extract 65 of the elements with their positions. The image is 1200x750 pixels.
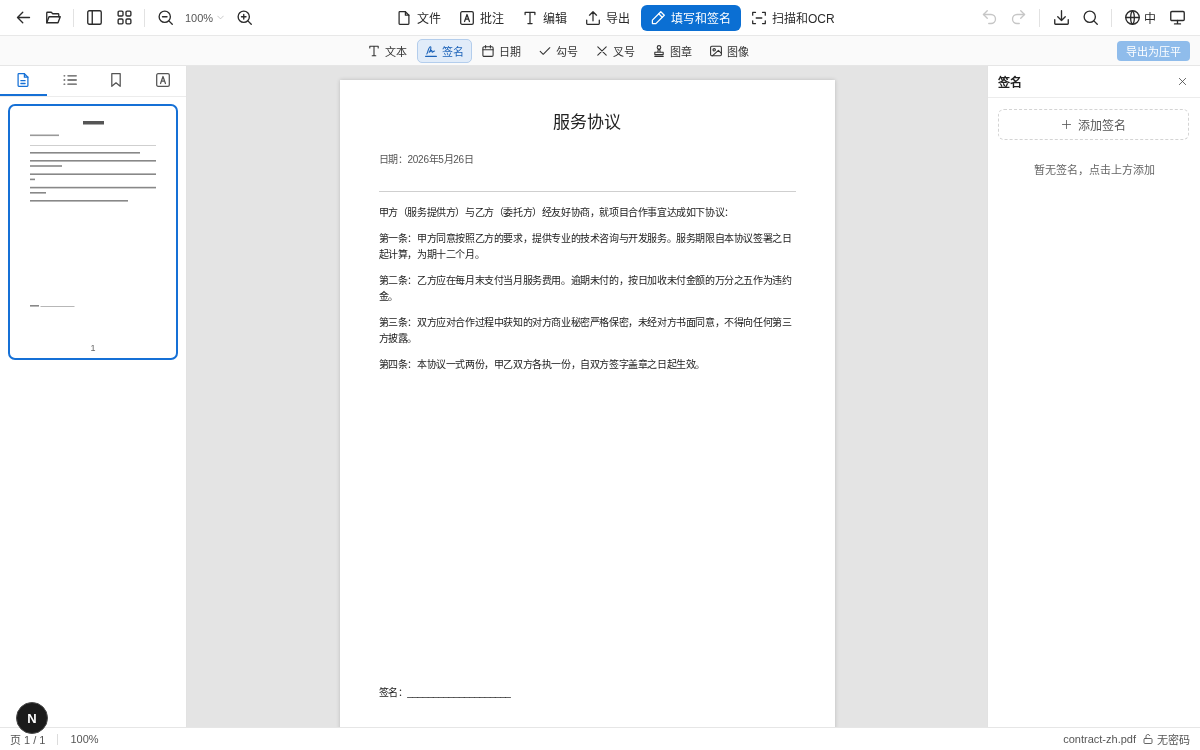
sidebar-icon [86, 10, 102, 25]
plus-icon [1061, 120, 1071, 129]
tool-button[interactable]: 签名 [417, 38, 472, 63]
download-icon [1053, 10, 1069, 25]
document-paragraph: 第四条：本协议一式两份，甲乙双方各执一份，自双方签字盖章之日起生效。 [378, 358, 706, 372]
boxed-letter-icon [460, 10, 474, 25]
search-icon [1082, 10, 1098, 25]
zoom-out-icon [157, 10, 173, 25]
tool-button[interactable]: 图像 [702, 38, 757, 63]
document-title: 服务协议 [552, 112, 622, 134]
globe-icon [1125, 10, 1140, 25]
arrow-left-icon [15, 10, 31, 25]
mode-tab[interactable]: 文件 [389, 4, 449, 31]
zoom-in-icon [236, 10, 252, 25]
letter-t-icon [368, 44, 380, 57]
pen-icon [651, 10, 665, 25]
check-icon [539, 44, 551, 57]
list-icon [62, 73, 77, 87]
redo-icon [1010, 10, 1026, 25]
language-button[interactable]: 中 [1119, 4, 1162, 31]
document-paragraph: 第一条：甲方同意按照乙方的要求，提供专业的技术咨询与开发服务。服务期限自本协议签署之日起计算，为期十二个月。 [378, 232, 793, 262]
image-icon [710, 44, 722, 57]
boxed-letter-icon [155, 73, 170, 87]
signature-line: 签名：____________________ [378, 686, 511, 700]
empty-state-text: 暂无签名，点击上方添加 [1032, 163, 1156, 177]
page-thumbnail-item[interactable]: 1 [8, 104, 178, 360]
zoom-level: 100% [70, 733, 99, 745]
close-icon [1177, 77, 1187, 86]
document-paragraph: 第三条：双方应对合作过程中获知的对方商业秘密严格保密，未经对方书面同意，不得向任何第三方披露。 [378, 316, 793, 346]
tool-button[interactable]: 勾号 [531, 38, 586, 63]
add-signature-button[interactable]: 添加签名 [998, 109, 1189, 140]
caret-icon [217, 14, 225, 21]
scan-icon [752, 10, 766, 25]
document-icon [397, 10, 411, 25]
mode-tab[interactable]: 编辑 [515, 4, 575, 31]
mode-tab[interactable]: 批注 [452, 4, 512, 31]
document-date: 日期：2026年5月26日 [378, 153, 474, 167]
letter-t-icon [523, 10, 537, 25]
tool-button[interactable]: 图章 [645, 38, 700, 63]
cross-icon [596, 44, 608, 57]
document-paragraph: 第二条：乙方应在每月末支付当月服务费用。逾期未付的，按日加收未付金额的万分之五作为违约金。 [378, 274, 793, 304]
stamp-icon [653, 44, 665, 57]
mode-tab[interactable]: 填写和签名 [641, 4, 741, 31]
undo-icon [981, 10, 997, 25]
tool-button[interactable]: 日期 [474, 38, 529, 63]
upload-icon [586, 10, 600, 25]
mode-tab[interactable]: 扫描和OCR [744, 4, 843, 31]
file-name: contract-zh.pdf [1063, 733, 1136, 745]
page-number: 1 [90, 342, 96, 354]
folder-icon [45, 10, 61, 25]
document-paragraph: 甲方（服务提供方）与乙方（委托方）经友好协商，就项目合作事宜达成如下协议： [378, 206, 735, 220]
tool-button[interactable]: 叉号 [588, 38, 643, 63]
zoom-dropdown[interactable]: 100% [181, 4, 229, 31]
grid-icon [116, 10, 132, 25]
mode-tab[interactable]: 导出 [578, 4, 638, 31]
tool-button[interactable]: 文本 [360, 38, 415, 63]
signature-icon [425, 44, 437, 57]
panel-title: 签名 [998, 74, 1022, 90]
padlock-icon [1143, 734, 1153, 744]
monitor-icon [1169, 10, 1185, 25]
bookmark-icon [109, 73, 124, 87]
calendar-icon [482, 44, 494, 57]
document-lines-icon [16, 73, 31, 87]
password-status: 无密码 [1157, 733, 1190, 747]
page-indicator: 页 1 / 1 [10, 733, 46, 747]
